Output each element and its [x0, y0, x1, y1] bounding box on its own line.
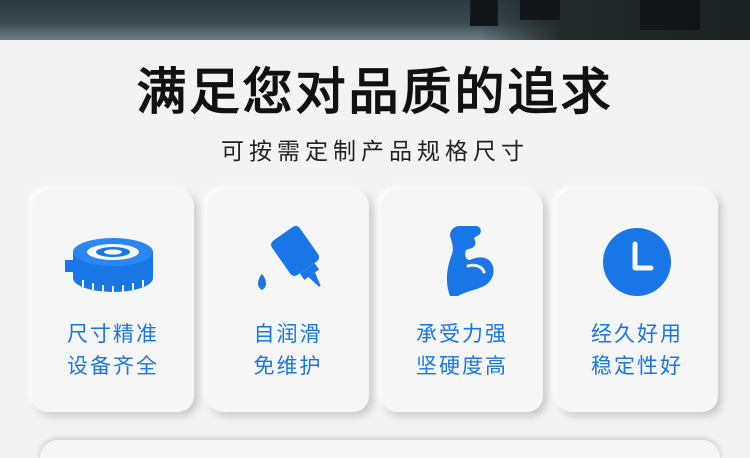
clock-icon [556, 220, 718, 300]
dock-post [470, 0, 498, 26]
feature-line-2: 免维护 [253, 354, 323, 378]
feature-line-1: 经久好用 [591, 322, 683, 346]
feature-line-1: 尺寸精准 [67, 322, 159, 346]
dock-block [520, 0, 560, 20]
feature-card-durability: 经久好用 稳定性好 [556, 190, 718, 412]
feature-line-2: 坚硬度高 [416, 354, 508, 378]
hero-photo-strip [0, 0, 750, 40]
feature-line-2: 稳定性好 [591, 354, 683, 378]
dock-block [640, 0, 700, 30]
feature-line-1: 承受力强 [416, 322, 508, 346]
oil-dropper-icon [207, 220, 369, 300]
page-subtitle: 可按需定制产品规格尺寸 [221, 139, 529, 165]
feature-card-strength: 承受力强 坚硬度高 [381, 190, 543, 412]
page-title: 满足您对品质的追求 [136, 63, 614, 121]
feature-card-precision: 尺寸精准 设备齐全 [32, 190, 194, 412]
strong-arm-icon [381, 220, 543, 300]
feature-line-1: 自润滑 [253, 322, 323, 346]
feature-line-2: 设备齐全 [67, 354, 159, 378]
next-section-panel [40, 440, 720, 458]
feature-card-lubrication: 自润滑 免维护 [207, 190, 369, 412]
tape-measure-icon [32, 220, 194, 300]
